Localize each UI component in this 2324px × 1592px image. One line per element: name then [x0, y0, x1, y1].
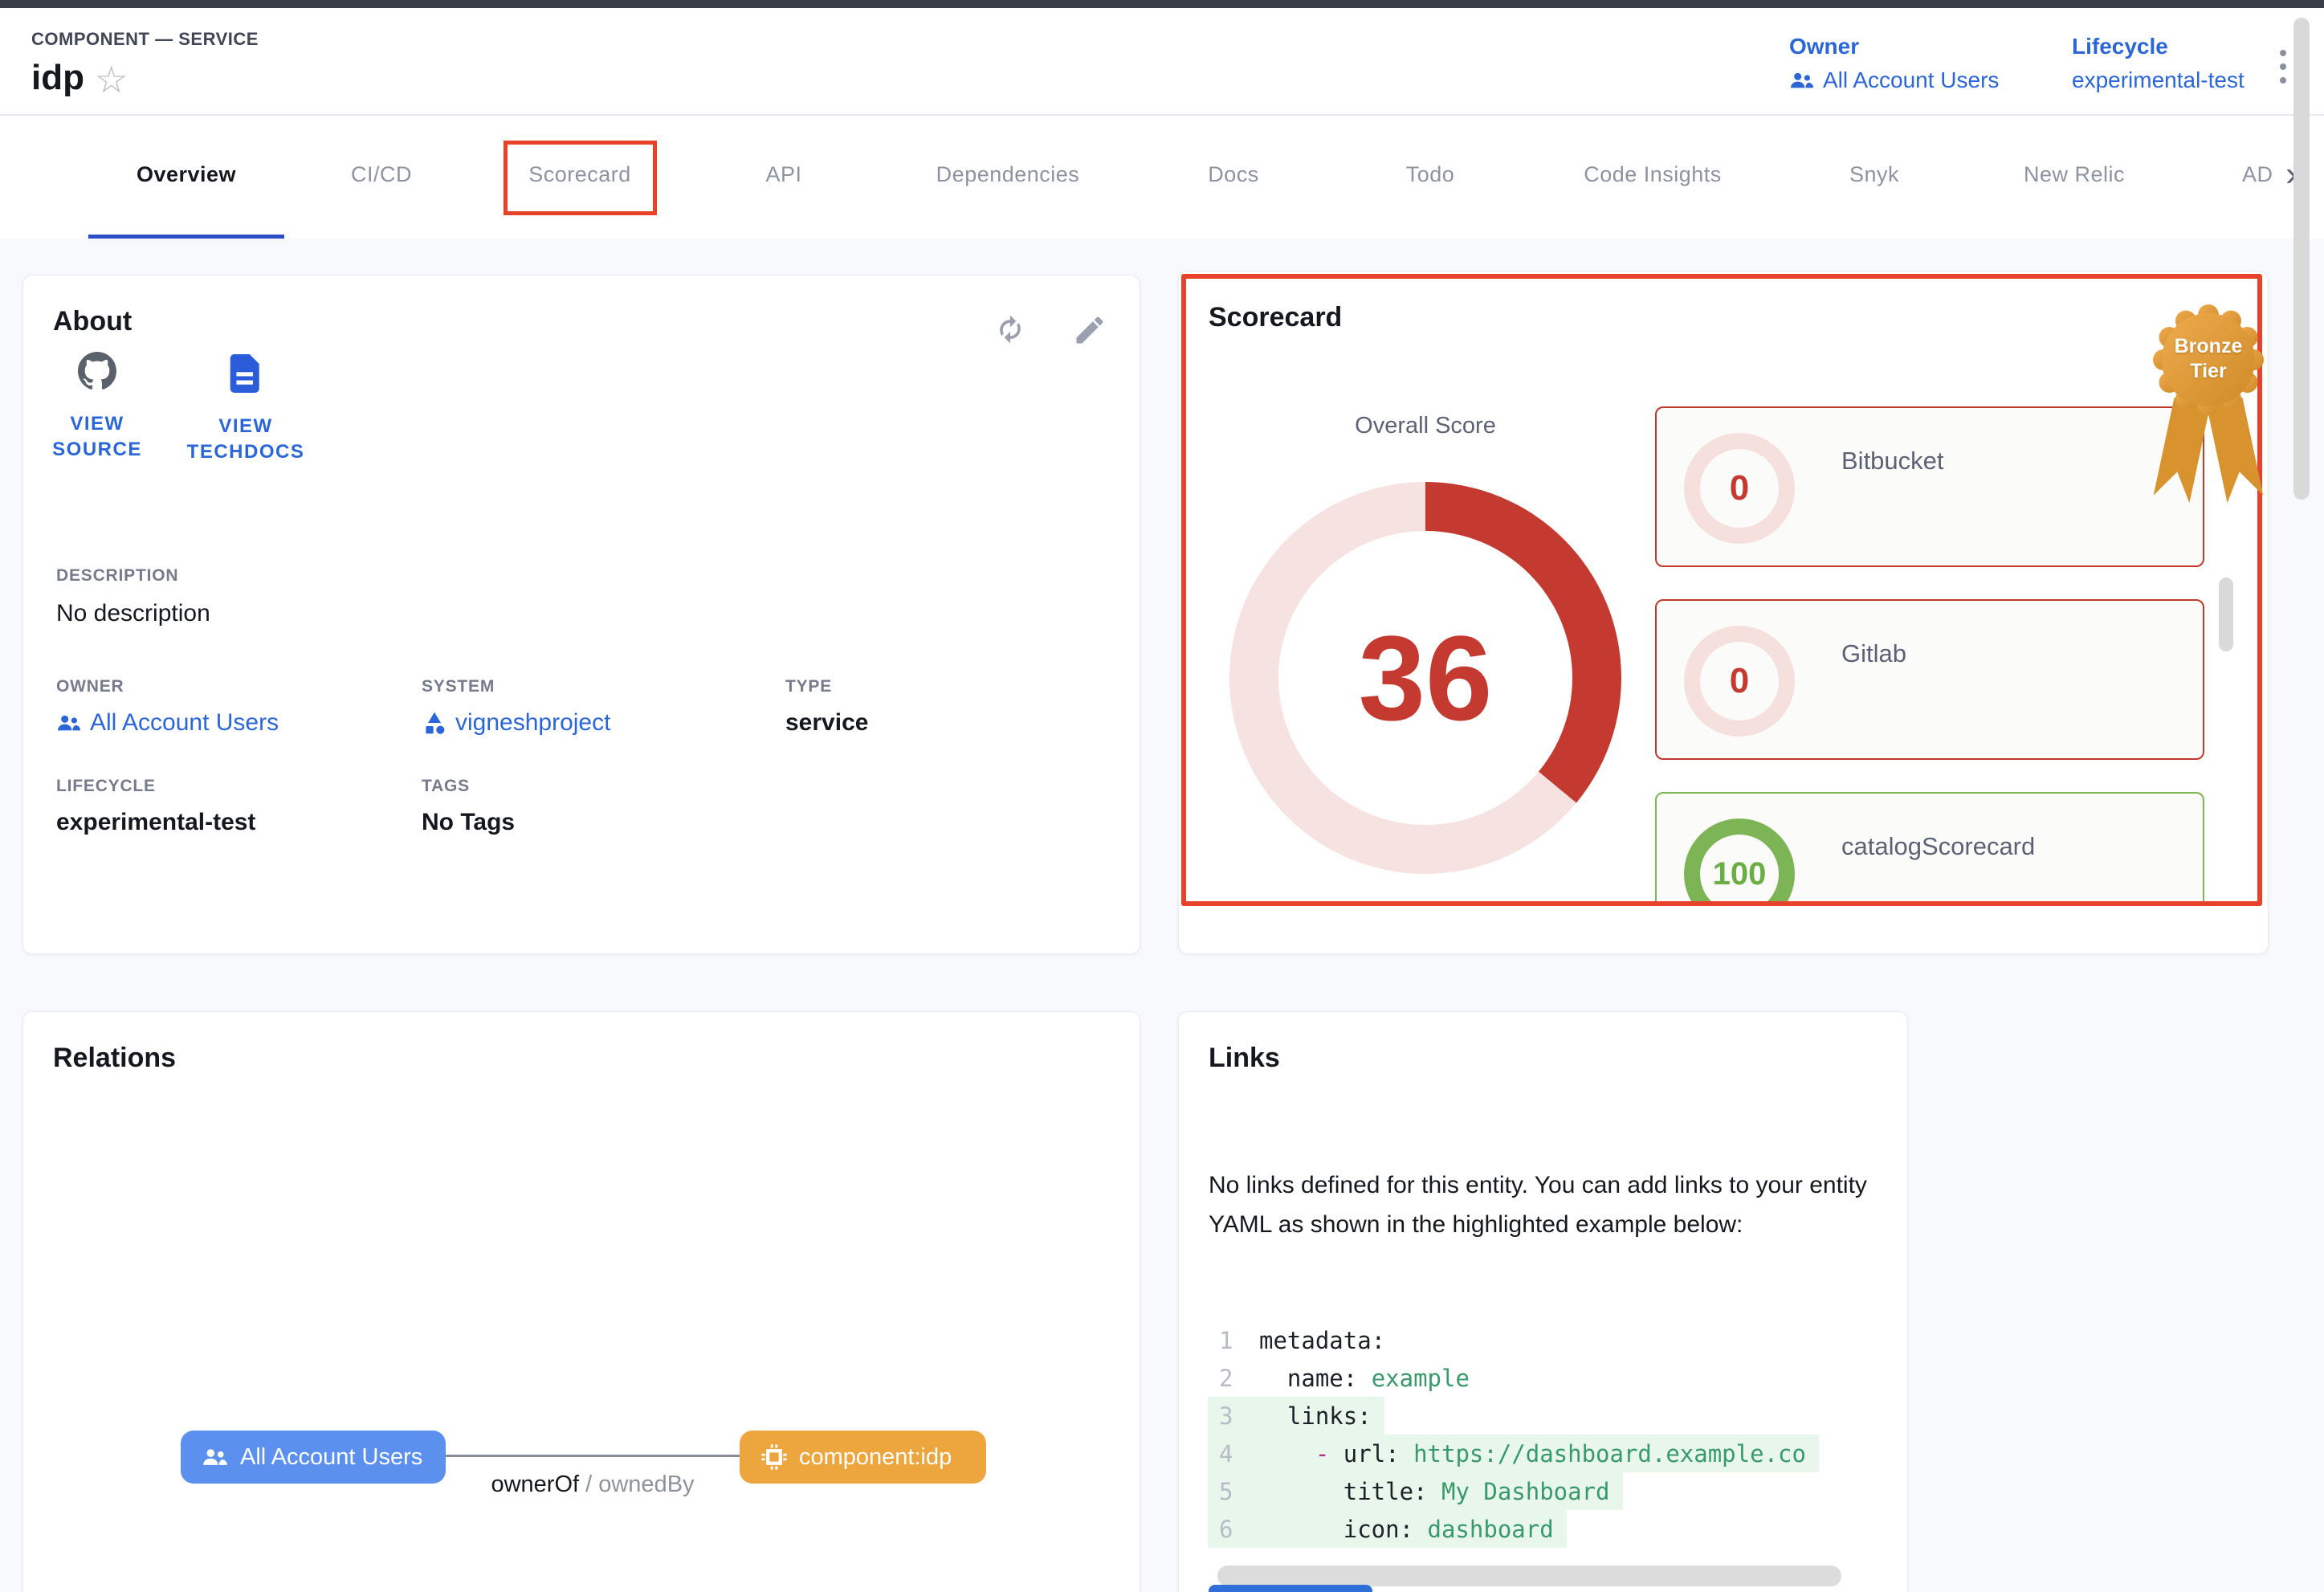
relation-edge-line: [446, 1455, 740, 1457]
view-techdocs-label: VIEW TECHDOCS: [186, 414, 306, 465]
scorecard-item-catalogscorecard[interactable]: 100 catalogScorecard: [1655, 792, 2204, 903]
refresh-icon[interactable]: [993, 312, 1028, 348]
scorecard-item-name: Gitlab: [1841, 639, 1906, 668]
breadcrumb: COMPONENT — SERVICE: [31, 29, 259, 50]
tab-truncated[interactable]: AD: [2242, 162, 2279, 187]
github-icon: [37, 352, 157, 394]
score-ring: 100: [1684, 818, 1795, 903]
lifecycle-field-value: experimental-test: [56, 809, 255, 836]
scorecard-title: Scorecard: [1209, 302, 1342, 333]
scorecard-item-gitlab[interactable]: 0 Gitlab: [1655, 599, 2204, 760]
owner-label: Owner: [1789, 34, 1999, 59]
relation-node-label: All Account Users: [240, 1444, 422, 1471]
tab-scorecard[interactable]: Scorecard: [528, 162, 631, 187]
owner-link[interactable]: All Account Users: [1789, 67, 1999, 93]
system-icon: [422, 710, 447, 736]
view-source-label: VIEW SOURCE: [37, 411, 157, 463]
scorecard-list-scrollbar[interactable]: [2219, 578, 2233, 651]
lifecycle-field-label: LIFECYCLE: [56, 777, 156, 796]
scorecard-item-name: catalogScorecard: [1841, 832, 2035, 861]
relation-node-label: component:idp: [799, 1444, 952, 1471]
code-horizontal-scrollbar[interactable]: [1217, 1565, 1841, 1586]
view-techdocs-link[interactable]: VIEW TECHDOCS: [186, 354, 306, 465]
system-field-label: SYSTEM: [422, 677, 495, 696]
scorecard-item-list: 0 Bitbucket 0 Gitlab 100 catalogScorecar…: [1655, 406, 2209, 903]
yaml-example-code: 1 metadata: 2 name: example 3 links: 4 -…: [1208, 1321, 1886, 1548]
entity-page: COMPONENT — SERVICE idp ☆ Owner All Acco…: [0, 0, 2324, 1592]
owner-field-label: OWNER: [56, 677, 124, 696]
relations-title: Relations: [53, 1043, 176, 1074]
edit-pencil-icon[interactable]: [1072, 312, 1107, 348]
tab-code-insights[interactable]: Code Insights: [1584, 162, 1722, 187]
active-tab-indicator: [88, 235, 284, 239]
tab-snyk[interactable]: Snyk: [1849, 162, 1899, 187]
browser-top-bar: [0, 0, 2324, 8]
tags-field-value: No Tags: [422, 809, 515, 836]
code-line-highlighted: 3 links:: [1208, 1397, 1384, 1435]
tab-todo[interactable]: Todo: [1406, 162, 1455, 187]
favorite-star-icon[interactable]: ☆: [95, 61, 128, 98]
lifecycle-label: Lifecycle: [2072, 34, 2244, 59]
scorecard-item-bitbucket[interactable]: 0 Bitbucket: [1655, 406, 2204, 567]
code-line: 1 metadata:: [1208, 1321, 1398, 1359]
links-title: Links: [1209, 1043, 1280, 1074]
code-line: 2 name: example: [1208, 1359, 1482, 1397]
tab-bar: Overview CI/CD Scorecard API Dependencie…: [0, 116, 2324, 239]
overall-score-gauge: 36: [1229, 482, 1621, 874]
about-card: About VIEW SOURCE VIEW TECHDOCS DESCRIPT…: [22, 275, 1140, 954]
relation-node-owner[interactable]: All Account Users: [181, 1431, 446, 1484]
tab-new-relic[interactable]: New Relic: [2024, 162, 2125, 187]
view-source-link[interactable]: VIEW SOURCE: [37, 352, 157, 463]
description-label: DESCRIPTION: [56, 566, 178, 586]
links-card: Links No links defined for this entity. …: [1178, 1011, 1908, 1592]
tab-api[interactable]: API: [765, 162, 801, 187]
about-title: About: [53, 306, 132, 337]
scorecard-card: Scorecard Bronze: [1178, 271, 2269, 954]
people-icon: [202, 1443, 229, 1471]
tags-field-label: TAGS: [422, 777, 470, 796]
code-line-highlighted: 5 title: My Dashboard: [1208, 1472, 1623, 1510]
header-owner: Owner All Account Users: [1789, 34, 1999, 93]
system-field-link[interactable]: vigneshproject: [422, 709, 610, 737]
badge-text: Bronze Tier: [2152, 334, 2265, 384]
type-field-label: TYPE: [785, 677, 832, 696]
overall-score-value: 36: [1359, 609, 1493, 748]
people-icon: [1789, 67, 1815, 93]
relations-card: Relations All Account Users component:id…: [22, 1011, 1140, 1592]
owner-value: All Account Users: [1823, 67, 1999, 93]
partial-button[interactable]: [1209, 1585, 1372, 1592]
description-value: No description: [56, 600, 210, 627]
chip-cpu-icon: [760, 1443, 788, 1471]
scorecard-item-name: Bitbucket: [1841, 447, 1944, 476]
overall-score-label: Overall Score: [1355, 413, 1496, 439]
bronze-tier-badge: Bronze Tier: [2152, 304, 2265, 529]
page-title: idp: [31, 58, 84, 98]
score-ring: 0: [1684, 433, 1795, 544]
header-lifecycle: Lifecycle experimental-test: [2072, 34, 2244, 93]
tab-docs[interactable]: Docs: [1208, 162, 1259, 187]
entity-header: COMPONENT — SERVICE idp ☆ Owner All Acco…: [0, 8, 2324, 116]
lifecycle-value: experimental-test: [2072, 67, 2244, 93]
relation-edge-label: ownerOf / ownedBy: [491, 1472, 694, 1498]
owner-field-link[interactable]: All Account Users: [56, 709, 279, 737]
tab-overview[interactable]: Overview: [137, 162, 236, 187]
links-empty-text: No links defined for this entity. You ca…: [1209, 1165, 1875, 1244]
code-line-highlighted: 6 icon: dashboard: [1208, 1510, 1567, 1548]
relation-node-component[interactable]: component:idp: [740, 1431, 986, 1484]
people-icon: [56, 710, 82, 736]
tab-dependencies[interactable]: Dependencies: [936, 162, 1080, 187]
tab-cicd[interactable]: CI/CD: [351, 162, 412, 187]
score-ring: 0: [1684, 626, 1795, 737]
more-options-kebab-icon[interactable]: [2277, 50, 2289, 84]
document-icon: [186, 354, 306, 396]
type-field-value: service: [785, 709, 868, 737]
page-vertical-scrollbar[interactable]: [2293, 18, 2310, 500]
code-line-highlighted: 4 - url: https://dashboard.example.co: [1208, 1435, 1819, 1472]
